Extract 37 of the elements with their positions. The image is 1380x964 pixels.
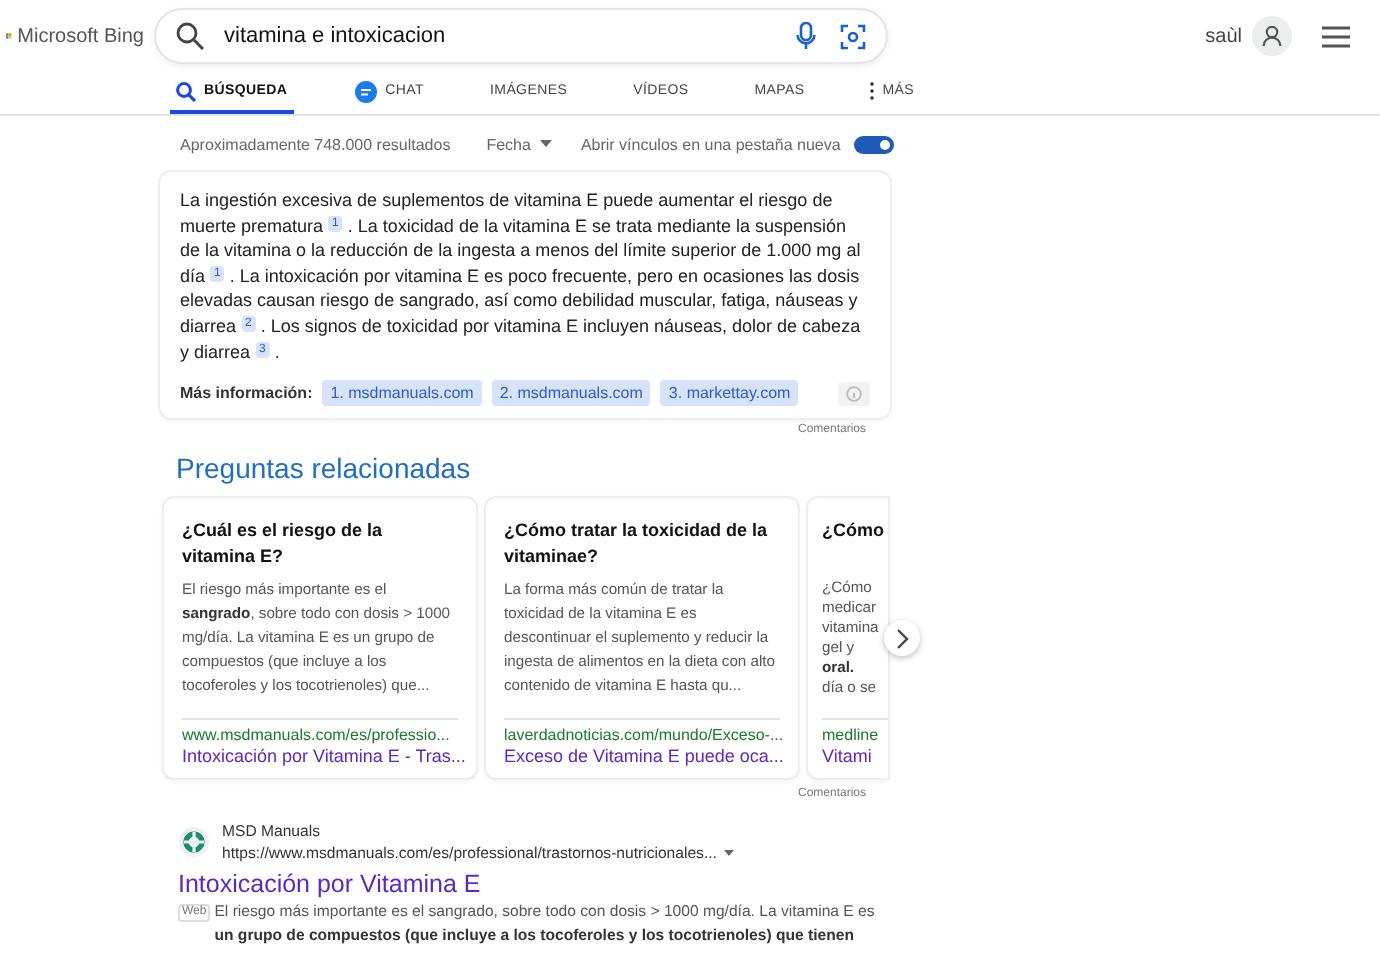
user-name[interactable]: saùl <box>1205 25 1242 47</box>
search-field[interactable]: vitamina e intoxicacion <box>156 10 886 62</box>
more-icon <box>870 82 875 100</box>
next-button[interactable] <box>884 620 920 657</box>
question-card[interactable] <box>164 498 476 779</box>
avatar-icon[interactable] <box>1252 16 1292 56</box>
microphone-icon[interactable] <box>796 22 816 50</box>
new-tab-toggle[interactable] <box>854 135 895 153</box>
menu-icon[interactable] <box>1322 25 1350 47</box>
source-link[interactable]: 3. markettay.com <box>660 380 799 407</box>
question-title: ¿Cuál es el riesgo de la vitamina E? <box>182 518 385 571</box>
logo-text[interactable]: Microsoft Bing <box>17 25 144 47</box>
source-url: medline <box>822 726 881 745</box>
site-logo-icon <box>178 826 210 859</box>
info-icon <box>846 385 862 402</box>
caret-icon[interactable] <box>724 850 735 857</box>
search-icon <box>176 22 204 50</box>
result-link[interactable]: Vitami <box>822 746 888 767</box>
source-url: laverdadnoticias.com/mundo/Exceso-... <box>504 726 780 745</box>
source-url: www.msdmanuals.com/es/professio... <box>182 726 452 745</box>
camera-search-icon[interactable] <box>840 23 866 49</box>
question-title: ¿Cómo tratar la toxicidad de la vitaminae? <box>504 518 770 571</box>
question-title: ¿Cómo <box>822 518 886 545</box>
section-title: Preguntas relacionadas <box>176 452 473 485</box>
result-link[interactable]: Exceso de Vitamina E puede oca... <box>504 746 780 767</box>
search-icon <box>176 81 196 101</box>
chat-bubble-icon <box>353 79 378 103</box>
new-tab-label: Abrir vínculos en una pestaña nueva <box>580 135 841 153</box>
more-info-label: Más información: <box>180 384 313 403</box>
chevron-right-icon <box>895 627 909 650</box>
result-count: Aproximadamente 748.000 resultados <box>180 135 451 153</box>
date-filter[interactable]: Fecha <box>486 135 553 153</box>
result-title[interactable]: Intoxicación por Vitamina E <box>178 870 890 899</box>
source-link[interactable]: 1. msdmanuals.com <box>322 380 482 407</box>
source-link[interactable]: 2. msdmanuals.com <box>491 380 651 407</box>
caret-icon <box>540 140 553 148</box>
question-card[interactable] <box>486 498 798 779</box>
